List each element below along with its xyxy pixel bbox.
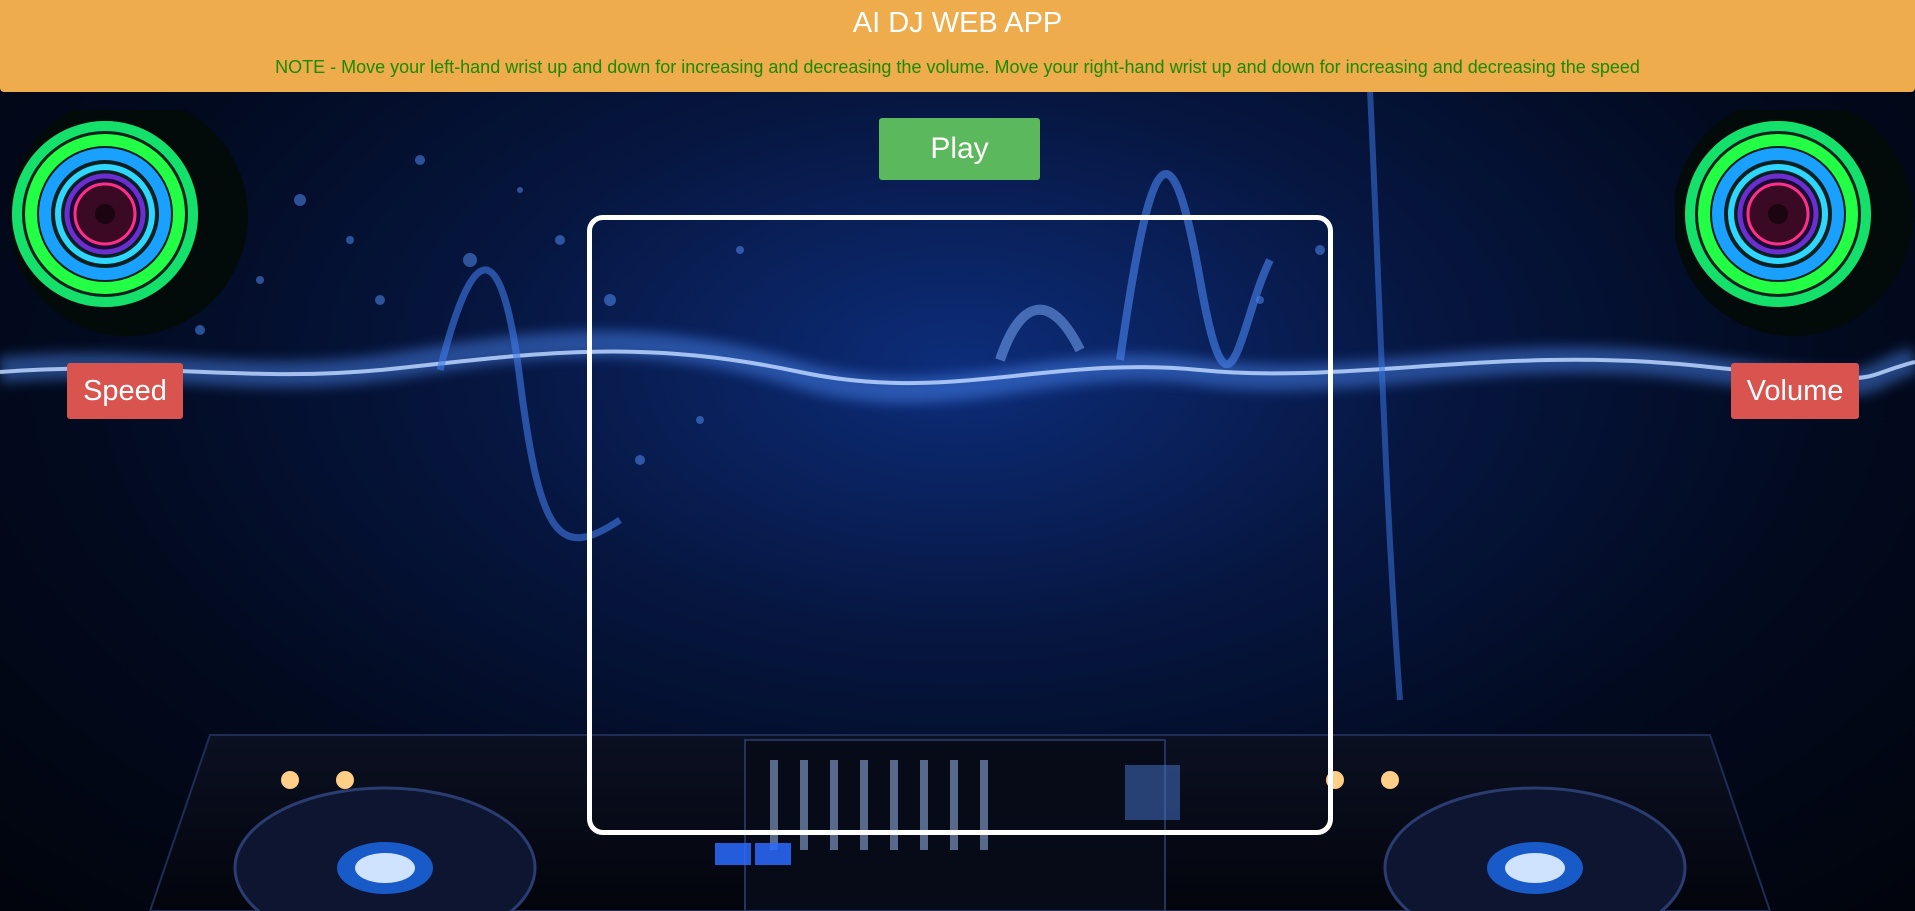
speed-button[interactable]: Speed [67,363,183,419]
left-speaker-icon [10,110,248,336]
instructions-note: NOTE - Move your left-hand wrist up and … [275,57,1640,77]
volume-button[interactable]: Volume [1731,363,1859,419]
page-title: AI DJ WEB APP [852,7,1063,39]
play-button[interactable]: Play [879,118,1040,180]
webcam-frame [587,215,1333,835]
app-header: AI DJ WEB APP NOTE - Move your left-hand… [0,0,1915,92]
app-stage: AI DJ WEB APP NOTE - Move your left-hand… [0,0,1915,911]
right-speaker-icon [1675,110,1913,336]
